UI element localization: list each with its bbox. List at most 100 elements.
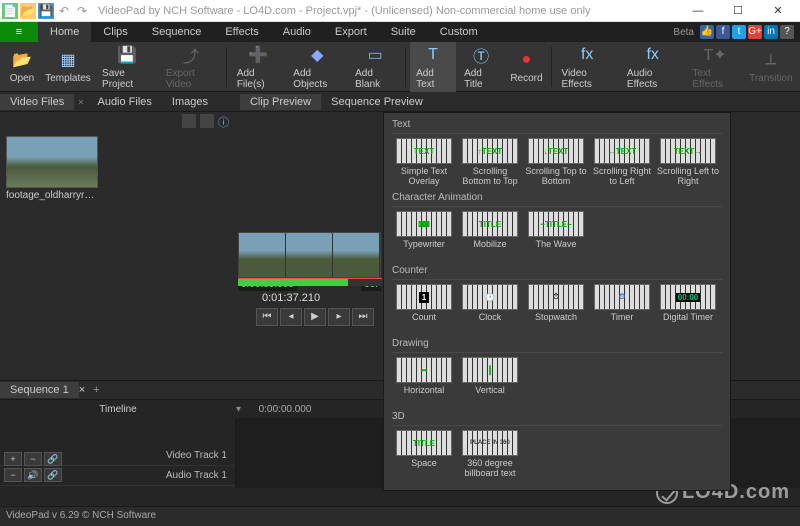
quick-access-toolbar: 📄 📂 💾 ↶ ↷ xyxy=(2,3,90,19)
facebook-icon[interactable]: f xyxy=(716,25,730,39)
bin-toolbar: ⓘ xyxy=(0,112,238,130)
tab-home[interactable]: Home xyxy=(38,22,91,42)
tab-effects[interactable]: Effects xyxy=(213,22,270,42)
item-count[interactable]: 1Count xyxy=(392,284,456,332)
open-button[interactable]: 📂Open xyxy=(4,47,40,86)
add-blank-button[interactable]: ▭Add Blank xyxy=(349,42,401,92)
tab-export[interactable]: Export xyxy=(323,22,379,42)
sequence-tab-1[interactable]: Sequence 1 xyxy=(0,382,79,398)
tab-video-files[interactable]: Video Files xyxy=(0,94,74,110)
add-text-button[interactable]: TAdd Text xyxy=(410,42,456,92)
qat-new-icon[interactable]: 📄 xyxy=(2,3,18,19)
twitter-icon[interactable]: t xyxy=(732,25,746,39)
close-tab-icon[interactable]: × xyxy=(74,97,87,107)
close-button[interactable]: ✕ xyxy=(758,1,798,21)
beta-label[interactable]: Beta xyxy=(673,22,700,42)
speaker-button[interactable]: 🔊 xyxy=(24,468,42,482)
add-sequence-button[interactable]: + xyxy=(85,382,107,398)
tab-audio-files[interactable]: Audio Files xyxy=(87,94,161,110)
status-bar: VideoPad v 6.29 © NCH Software xyxy=(0,506,800,524)
add-objects-button[interactable]: ◆Add Objects xyxy=(287,42,347,92)
export-video-button[interactable]: ⤴Export Video xyxy=(160,42,222,92)
app-menu-button[interactable]: ≡ xyxy=(0,22,38,42)
step-back-button[interactable]: ◂ xyxy=(280,308,302,326)
audio-link-button[interactable]: 🔗 xyxy=(44,468,62,482)
mute-button[interactable]: − xyxy=(4,468,22,482)
goto-end-button[interactable]: ⏭ xyxy=(352,308,374,326)
step-forward-button[interactable]: ▸ xyxy=(328,308,350,326)
item-horizontal[interactable]: ━Horizontal xyxy=(392,357,456,405)
play-button[interactable]: ▶ xyxy=(304,308,326,326)
video-effects-button[interactable]: fxVideo Effects xyxy=(555,42,618,92)
thumbnail-image xyxy=(6,136,98,188)
window-controls: — ☐ ✕ xyxy=(678,1,798,21)
text-icon: T xyxy=(422,44,444,66)
item-space[interactable]: TITLESpace xyxy=(392,430,456,478)
record-button[interactable]: ●Record xyxy=(506,47,546,86)
remove-track-button[interactable]: − xyxy=(24,452,42,466)
clip-ruler[interactable] xyxy=(238,278,382,286)
goto-start-button[interactable]: ⏮ xyxy=(256,308,278,326)
item-mobilize[interactable]: TITLEMobilize xyxy=(458,211,522,259)
tab-images[interactable]: Images xyxy=(162,94,218,110)
social-buttons: 👍 f t G+ in ? xyxy=(700,22,800,42)
export-icon: ⤴ xyxy=(180,44,202,66)
item-timer[interactable]: ⏲Timer xyxy=(590,284,654,332)
tab-custom[interactable]: Custom xyxy=(428,22,490,42)
item-clock[interactable]: 🕐Clock xyxy=(458,284,522,332)
link-button[interactable]: 🔗 xyxy=(44,452,62,466)
playback-controls: ⏮ ◂ ▶ ▸ ⏭ xyxy=(256,308,374,326)
track-controls: + − 🔗 − 🔊 🔗 xyxy=(4,452,62,482)
item-scrolling-right-to-left[interactable]: ←TEXTScrolling Right to Left xyxy=(590,138,654,186)
qat-undo-icon[interactable]: ↶ xyxy=(56,3,72,19)
bin-info-icon[interactable]: ⓘ xyxy=(218,114,232,128)
minimize-button[interactable]: — xyxy=(678,1,718,21)
blank-icon: ▭ xyxy=(364,44,386,66)
templates-button[interactable]: ▦Templates xyxy=(42,47,94,86)
ribbon-toolbar: 📂Open ▦Templates 💾Save Project ⤴Export V… xyxy=(0,42,800,92)
tab-suite[interactable]: Suite xyxy=(379,22,428,42)
frame-strip[interactable] xyxy=(238,232,381,278)
add-track-button[interactable]: + xyxy=(4,452,22,466)
item-scrolling-top-to-bottom[interactable]: ↓TEXTScrolling Top to Bottom xyxy=(524,138,588,186)
tab-clip-preview[interactable]: Clip Preview xyxy=(240,94,321,110)
like-icon[interactable]: 👍 xyxy=(700,25,714,39)
item-typewriter[interactable]: ⌨Typewriter xyxy=(392,211,456,259)
linkedin-icon[interactable]: in xyxy=(764,25,778,39)
bin-sort-icon[interactable] xyxy=(200,114,214,128)
transition-button[interactable]: ⟂Transition xyxy=(746,47,796,86)
save-project-button[interactable]: 💾Save Project xyxy=(96,42,158,92)
item-stopwatch[interactable]: ⏱Stopwatch xyxy=(524,284,588,332)
audio-effects-button[interactable]: fxAudio Effects xyxy=(621,42,685,92)
help-icon[interactable]: ? xyxy=(780,25,794,39)
qat-open-icon[interactable]: 📂 xyxy=(20,3,36,19)
window-title: VideoPad by NCH Software - LO4D.com - Pr… xyxy=(90,5,678,17)
media-thumbnail[interactable]: footage_oldharryroc... xyxy=(6,136,98,201)
maximize-button[interactable]: ☐ xyxy=(718,1,758,21)
qat-redo-icon[interactable]: ↷ xyxy=(74,3,90,19)
item-scrolling-left-to-right[interactable]: TEXT→Scrolling Left to Right xyxy=(656,138,720,186)
tab-audio[interactable]: Audio xyxy=(271,22,323,42)
add-files-button[interactable]: ➕Add File(s) xyxy=(231,42,285,92)
qat-save-icon[interactable]: 💾 xyxy=(38,3,54,19)
item-digital-timer[interactable]: 00:00Digital Timer xyxy=(656,284,720,332)
tab-sequence-preview[interactable]: Sequence Preview xyxy=(321,94,433,110)
add-title-button[interactable]: ⓉAdd Title xyxy=(458,42,504,92)
bin-view-icon[interactable] xyxy=(182,114,196,128)
save-icon: 💾 xyxy=(116,44,138,66)
google-plus-icon[interactable]: G+ xyxy=(748,25,762,39)
status-text: VideoPad v 6.29 © NCH Software xyxy=(6,510,156,521)
section-text: Text xyxy=(392,117,722,134)
item-the-wave[interactable]: ~TITLE~The Wave xyxy=(524,211,588,259)
templates-icon: ▦ xyxy=(57,49,79,71)
item-simple-text-overlay[interactable]: TEXTSimple Text Overlay xyxy=(392,138,456,186)
title-icon: Ⓣ xyxy=(470,44,492,66)
item-scrolling-bottom-to-top[interactable]: ↑TEXTScrolling Bottom to Top xyxy=(458,138,522,186)
item-360-billboard[interactable]: PLACE IN 360360 degree billboard text xyxy=(458,430,522,478)
tab-clips[interactable]: Clips xyxy=(91,22,139,42)
text-effects-button[interactable]: T✦Text Effects xyxy=(687,42,744,92)
item-vertical[interactable]: ┃Vertical xyxy=(458,357,522,405)
tab-sequence[interactable]: Sequence xyxy=(140,22,214,42)
section-character-animation: Character Animation xyxy=(392,190,722,207)
panel-tabs: Video Files × Audio Files Images Clip Pr… xyxy=(0,92,800,112)
